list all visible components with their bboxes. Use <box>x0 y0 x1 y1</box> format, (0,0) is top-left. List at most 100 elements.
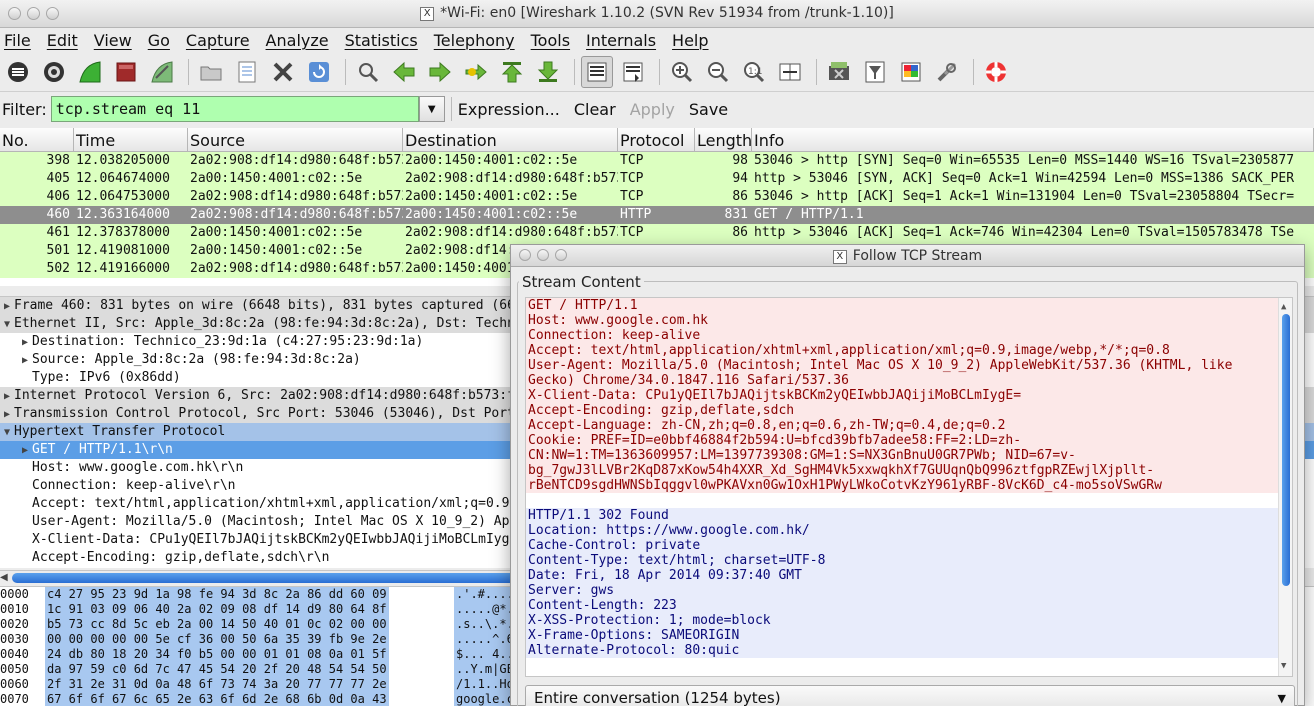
collapsed-triangle-icon[interactable]: ▶ <box>0 388 14 406</box>
bytes-hex[interactable]: 2f 31 2e 31 0d 0a 48 6f 73 74 3a 20 77 7… <box>45 677 389 692</box>
help-icon[interactable] <box>980 56 1012 88</box>
scroll-up-icon[interactable]: ▲ <box>1281 300 1286 315</box>
filter-input[interactable]: tcp.stream eq 11 <box>50 96 419 122</box>
bytes-ascii[interactable]: .'.#.... <box>454 587 516 602</box>
menu-help[interactable]: Help <box>670 31 716 50</box>
column-header-no[interactable]: No. <box>0 128 74 151</box>
normal-size-icon[interactable]: 1:1 <box>738 56 770 88</box>
column-header-destination[interactable]: Destination <box>403 128 618 151</box>
bytes-hex[interactable]: 67 6f 6f 67 6c 65 2e 63 6f 6d 2e 68 6b 0… <box>45 692 389 706</box>
apply-button[interactable]: Apply <box>630 100 675 119</box>
scroll-left-icon[interactable]: ◀ <box>0 572 8 583</box>
resize-columns-icon[interactable] <box>774 56 806 88</box>
bytes-ascii[interactable]: google.c <box>454 692 516 706</box>
packet-info: GET / HTTP/1.1 <box>754 207 864 222</box>
go-back-icon[interactable] <box>388 56 420 88</box>
menu-file[interactable]: File <box>2 31 39 50</box>
expression-button[interactable]: Expression... <box>458 100 560 119</box>
go-forward-icon[interactable] <box>424 56 456 88</box>
save-filter-button[interactable]: Save <box>689 100 728 119</box>
bytes-ascii[interactable]: .....^.6 <box>454 632 516 647</box>
capture-options-icon[interactable] <box>38 56 70 88</box>
packet-source: 2a00:1450:4001:c02::5e <box>190 171 363 186</box>
interface-list-icon[interactable] <box>2 56 34 88</box>
menu-tools[interactable]: Tools <box>529 31 578 50</box>
expanded-triangle-icon[interactable]: ▼ <box>0 424 14 442</box>
bytes-hex[interactable]: 1c 91 03 09 06 40 2a 02 09 08 df 14 d9 8… <box>45 602 389 617</box>
go-last-icon[interactable] <box>532 56 564 88</box>
stop-capture-icon[interactable] <box>110 56 142 88</box>
filter-dropdown-button[interactable]: ▼ <box>418 96 445 122</box>
packet-row[interactable]: 406 12.064753000 2a02:908:df14:d980:648f:b… <box>0 188 1314 206</box>
bytes-ascii[interactable]: /1.1..Ho <box>454 677 516 692</box>
column-header-protocol[interactable]: Protocol <box>618 128 695 151</box>
collapsed-triangle-icon[interactable]: ▶ <box>0 298 14 316</box>
collapsed-triangle-icon[interactable]: ▶ <box>0 406 14 424</box>
menu-internals[interactable]: Internals <box>584 31 664 50</box>
menu-view[interactable]: View <box>92 31 140 50</box>
bytes-hex[interactable]: b5 73 cc 8d 5c eb 2a 00 14 50 40 01 0c 0… <box>45 617 389 632</box>
packet-row[interactable]: 460 12.363164000 2a02:908:df14:d980:648f:b… <box>0 206 1314 224</box>
coloring-rules-icon[interactable] <box>895 56 927 88</box>
stream-vertical-scrollbar[interactable]: ▲ ▼ <box>1278 298 1292 676</box>
bytes-hex[interactable]: da 97 59 c0 6d 7c 47 45 54 20 2f 20 48 5… <box>45 662 389 677</box>
bytes-hex[interactable]: 00 00 00 00 00 5e cf 36 00 50 6a 35 39 f… <box>45 632 389 647</box>
go-to-packet-icon[interactable] <box>460 56 492 88</box>
bytes-ascii[interactable]: $... 4.. <box>454 647 516 662</box>
packet-row[interactable]: 461 12.378378000 2a00:1450:4001:c02::5e 2a0… <box>0 224 1314 242</box>
collapsed-triangle-icon[interactable]: ▶ <box>18 334 32 352</box>
bytes-ascii[interactable]: .....@*. <box>454 602 516 617</box>
preferences-icon[interactable] <box>931 56 963 88</box>
reload-icon[interactable] <box>303 56 335 88</box>
menu-telephony[interactable]: Telephony <box>432 31 523 50</box>
menu-edit[interactable]: Edit <box>45 31 86 50</box>
open-file-icon[interactable] <box>195 56 227 88</box>
toolbar-separator <box>816 58 817 85</box>
expanded-triangle-icon[interactable]: ▼ <box>0 316 14 334</box>
packet-length: 831 <box>724 207 748 222</box>
collapsed-triangle-icon[interactable]: ▶ <box>18 352 32 370</box>
packet-no: 461 <box>46 225 70 240</box>
zoom-out-icon[interactable] <box>702 56 734 88</box>
menu-go[interactable]: Go <box>146 31 178 50</box>
menu-analyze[interactable]: Analyze <box>264 31 337 50</box>
start-capture-icon[interactable] <box>74 56 106 88</box>
go-first-icon[interactable] <box>496 56 528 88</box>
column-header-length[interactable]: Length <box>695 128 752 151</box>
zoom-in-icon[interactable] <box>666 56 698 88</box>
bytes-ascii[interactable]: .s..\.*. <box>454 617 516 632</box>
response-line: Alternate-Protocol: 80:quic <box>526 643 1292 658</box>
bytes-hex[interactable]: c4 27 95 23 9d 1a 98 fe 94 3d 8c 2a 86 d… <box>45 587 389 602</box>
toolbar-separator <box>574 58 575 85</box>
scrollbar-thumb[interactable] <box>12 573 518 583</box>
packet-row[interactable]: 405 12.064674000 2a00:1450:4001:c02::5e 2a0… <box>0 170 1314 188</box>
find-packet-icon[interactable] <box>352 56 384 88</box>
autoscroll-icon[interactable] <box>617 56 649 88</box>
menu-capture[interactable]: Capture <box>184 31 258 50</box>
display-filters-icon[interactable] <box>859 56 891 88</box>
details-horizontal-scrollbar[interactable]: ◀ <box>0 570 524 584</box>
response-line: Date: Fri, 18 Apr 2014 09:37:40 GMT <box>526 568 1292 583</box>
restart-capture-icon[interactable] <box>146 56 178 88</box>
column-header-time[interactable]: Time <box>74 128 188 151</box>
clear-button[interactable]: Clear <box>574 100 616 119</box>
conversation-select[interactable]: Entire conversation (1254 bytes) ▼ <box>525 685 1295 706</box>
capture-filters-icon[interactable] <box>823 56 855 88</box>
column-header-source[interactable]: Source <box>188 128 403 151</box>
scroll-down-icon[interactable]: ▼ <box>1281 659 1286 674</box>
colorize-icon[interactable] <box>581 55 613 88</box>
packet-protocol: TCP <box>620 189 644 204</box>
packet-row[interactable]: 398 12.038205000 2a02:908:df14:d980:648f:b… <box>0 152 1314 170</box>
column-header-info[interactable]: Info <box>752 128 1314 151</box>
stream-content-text[interactable]: GET / HTTP/1.1 Host: www.google.com.hk Con… <box>525 297 1293 677</box>
packet-info: 53046 > http [SYN] Seq=0 Win=65535 Len=0… <box>754 153 1295 168</box>
bytes-hex[interactable]: 24 db 80 18 20 34 f0 b5 00 00 01 01 08 0… <box>45 647 389 662</box>
save-file-icon[interactable] <box>231 56 263 88</box>
close-file-icon[interactable] <box>267 56 299 88</box>
menu-statistics[interactable]: Statistics <box>343 31 426 50</box>
detail-text: Host: www.google.com.hk\r\n <box>32 460 244 475</box>
scrollbar-thumb[interactable] <box>1282 314 1290 586</box>
detail-text: Destination: Technico_23:9d:1a (c4:27:95… <box>32 334 424 349</box>
collapsed-triangle-icon[interactable]: ▶ <box>18 442 32 460</box>
bytes-ascii[interactable]: ..Y.m|GE <box>454 662 516 677</box>
